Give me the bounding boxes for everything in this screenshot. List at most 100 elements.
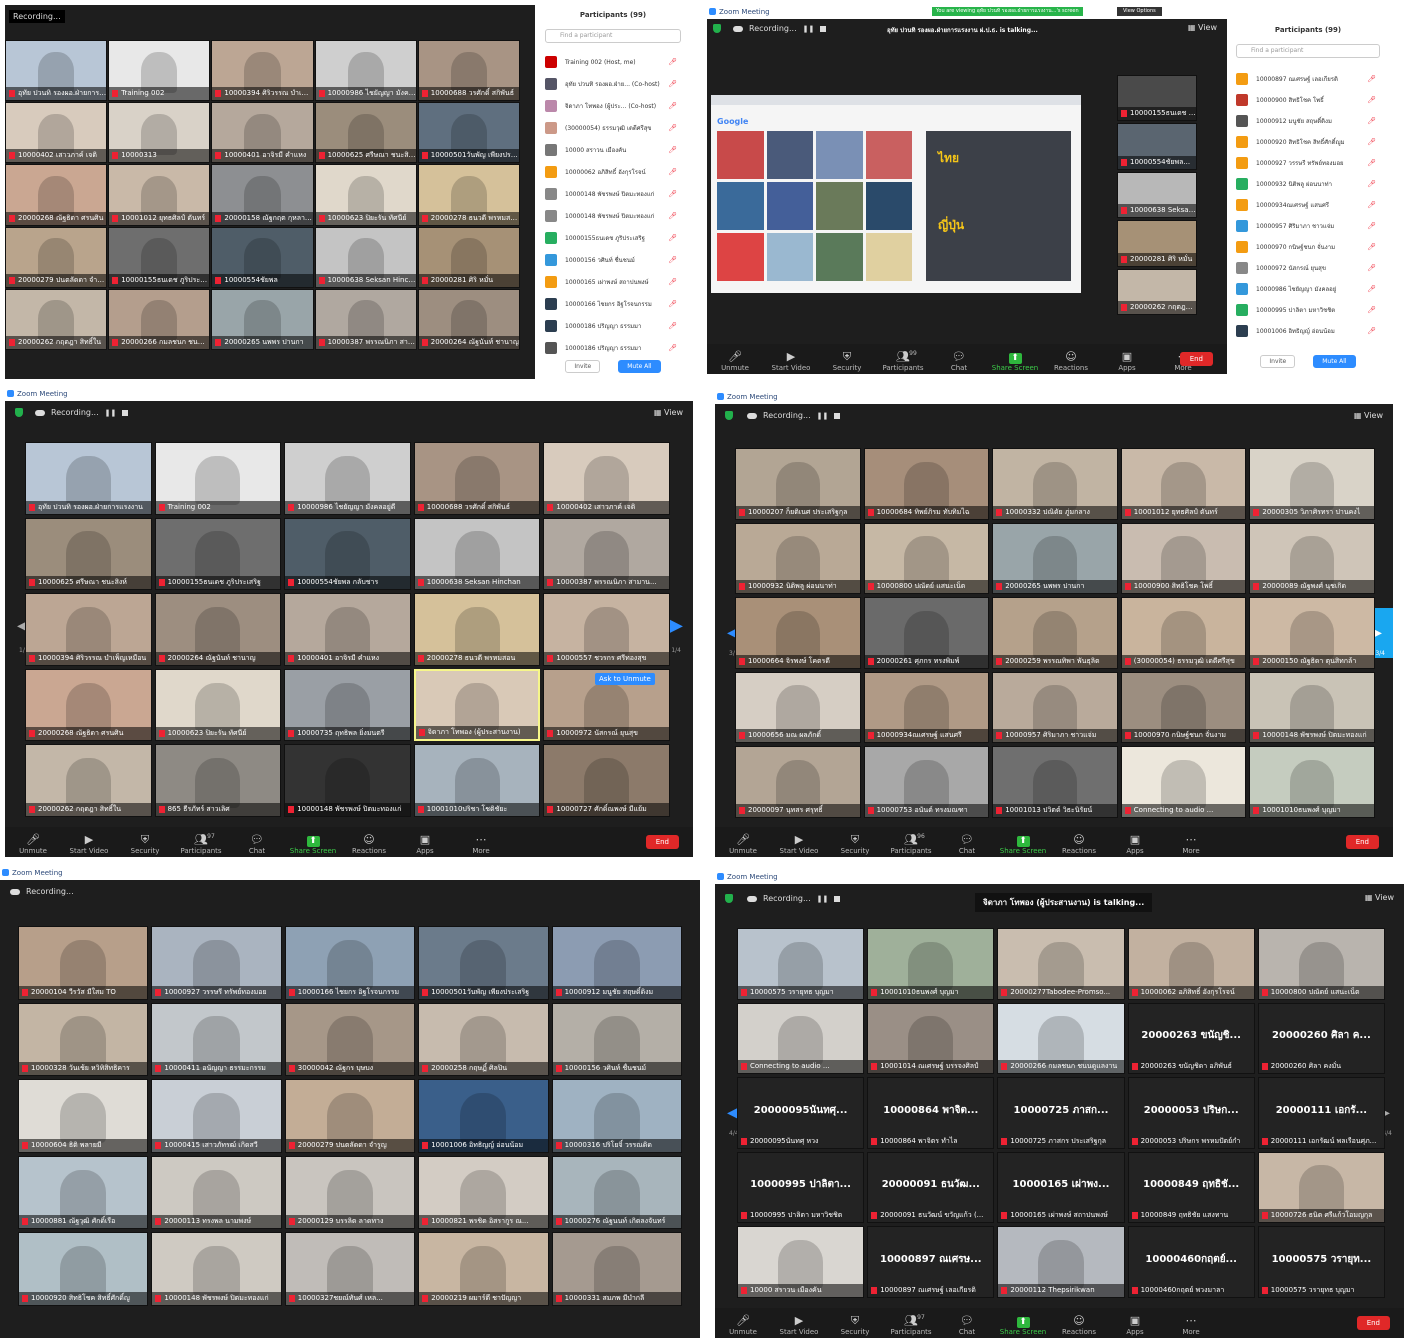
video-tile[interactable]: 10000402 เสาวภาค์ เจติ: [5, 102, 108, 164]
video-tile[interactable]: 10000328 วันเช้ย หวิทิสิทธิคาร: [18, 1002, 149, 1077]
video-tile[interactable]: 20000053 ปริษก... 20000053 ปริษกร พรหมปัต…: [1127, 1077, 1255, 1149]
video-tile[interactable]: 10000575 วรายุท... 10000575 วรายุทธ บุญมา: [1257, 1226, 1385, 1298]
video-tile[interactable]: อุทัย ปวนทิ รองผอ.ฝ่ายการแรงงาน: [25, 442, 152, 515]
pause-icon[interactable]: ❚❚: [803, 25, 815, 33]
participant-row[interactable]: 10000920 สิทธิโชค สิทธิ์ศักดิ์ญูม 🎤︎: [1236, 131, 1380, 153]
video-tile[interactable]: 10000664 จิรพงษ์ โคตรดี: [735, 597, 861, 669]
end-button[interactable]: End: [1345, 835, 1379, 849]
video-tile[interactable]: 10000156 วศินท์ ชื่นชนม์: [551, 1002, 682, 1077]
video-tile[interactable]: 10000912 มนูชัย สฤษดิ์ดิงม: [551, 926, 682, 1000]
stop-icon[interactable]: [122, 409, 129, 416]
video-tile[interactable]: 10000148 พัชรพงษ์ ปิตมะทองแก่: [1249, 671, 1375, 744]
video-tile[interactable]: 10000155ธนเดช ภูริประเสริฐ: [108, 226, 211, 288]
video-tile[interactable]: 10000986 ไชยัญญา มังคลอยู่ดี: [284, 442, 411, 515]
video-tile[interactable]: 20000262 กฤตฎา สิทธิ์ใน: [5, 288, 108, 350]
video-tile[interactable]: 10000411 อนัญญา ธรรมะกรรม: [151, 1002, 282, 1077]
video-tile[interactable]: 10000575 วรายุทธ บุญมา: [737, 928, 865, 1000]
video-tile[interactable]: 20000266 กมลชนก ชนนดูแลงาน: [108, 288, 211, 350]
participant-row[interactable]: 10000970 กนิษฐ์ชนก จั่นงาม 🎤︎: [1236, 236, 1380, 258]
video-tile[interactable]: 10000165 เผ่าพง... 10000165 เผ่าพงษ์ สถาป…: [997, 1151, 1125, 1224]
participant-row[interactable]: จิดาภา โทพอง (ผู้ประ... (Co-host) 🎤︎: [545, 95, 681, 117]
video-tile[interactable]: 20000262 กฤตฎา สิทธิ์ใน: [25, 744, 152, 817]
video-tile[interactable]: 10000864 พาจิต... 10000864 พาจิตร ทำไล: [867, 1077, 995, 1149]
video-tile[interactable]: 10000604 ธิติ พลายมี: [18, 1079, 149, 1153]
video-tile[interactable]: 10000402 เสาวภาค์ เจติ: [543, 442, 670, 515]
video-tile[interactable]: 10000415 เสาวภัทรฒ์ เกิดสวี: [151, 1079, 282, 1153]
share-screen-button[interactable]: ⬆ Share Screen: [995, 836, 1051, 855]
view-options-button[interactable]: View Options: [1117, 7, 1162, 16]
video-tile[interactable]: 10000735 ฤทธิพล ยิ่งมนตรี: [284, 668, 411, 742]
video-tile[interactable]: 10000166 ไชยกร อิฐโรจนกรรม: [284, 926, 416, 1000]
video-tile[interactable]: 10000970 กนิษฐ์ชนก จั่นงาม: [1120, 671, 1247, 744]
security-button[interactable]: ⛨ Security: [117, 833, 173, 855]
pause-icon[interactable]: ❚❚: [817, 895, 829, 903]
unmute-button[interactable]: 🎤︎ Unmute: [707, 350, 763, 372]
apps-button[interactable]: ▣ Apps: [1107, 833, 1163, 855]
video-tile[interactable]: 20000264 ณัฐนันท์ ชานาญ: [154, 593, 282, 666]
end-button[interactable]: End: [645, 835, 679, 849]
video-tile[interactable]: 10000638 Seksan Hinchan: [413, 517, 541, 591]
video-tile[interactable]: 10000 สราวน เมืองคัน: [737, 1226, 865, 1298]
video-tile[interactable]: Training 002: [108, 40, 211, 102]
video-tile[interactable]: 20000219 ผมาร์ตึ ชาปัญญา: [418, 1232, 549, 1306]
chat-button[interactable]: 💬︎ Chat: [931, 350, 987, 372]
video-tile[interactable]: 10000554ชัยพล: [211, 226, 314, 288]
video-tile[interactable]: 10000995 ปาลิตา... 10000995 ปาลิตา มหาวิช…: [737, 1151, 865, 1224]
video-tile[interactable]: 10000148 พัชรพงษ์ ปิตมะทองแก่: [284, 744, 411, 817]
participant-row[interactable]: 10000186 ปริญญา ธรรมมา 🎤︎: [545, 315, 681, 337]
unmute-button[interactable]: 🎤︎ Unmute: [5, 833, 61, 855]
video-tile[interactable]: 10001012 ยุทธศิลป์ ตันทร์: [108, 164, 211, 226]
video-tile[interactable]: 10000625 ศรีษณา ชนะสิงห์: [314, 102, 417, 164]
video-tile[interactable]: 10000460กฤตย์... 10000460กฤตย์ พวงมาลา: [1127, 1226, 1255, 1298]
reactions-button[interactable]: ☺ Reactions: [1051, 1314, 1107, 1336]
participant-row[interactable]: 10000972 นัสกรณ์ ยุนสุข 🎤︎: [1236, 257, 1380, 279]
video-tile[interactable]: 20000268 ณัฐธิดา ศรนศิน: [25, 668, 152, 742]
video-tile[interactable]: 10000800 ปณัดย์ แสนะเน็ต: [863, 522, 990, 595]
video-tile[interactable]: 20000281 ศิริ หมั่น: [417, 226, 520, 288]
share-screen-button[interactable]: ⬆ Share Screen: [987, 353, 1043, 372]
video-tile[interactable]: 20000266 กมลชนก ชนนดูแลงาน: [997, 1002, 1125, 1075]
video-tile[interactable]: 10000401 อาจิรมี คำแหง: [211, 102, 314, 164]
reactions-button[interactable]: ☺ Reactions: [1051, 833, 1107, 855]
participant-row[interactable]: 10000148 พัชรพงษ์ ปิตมะทองแก่ 🎤︎: [545, 183, 681, 205]
video-tile[interactable]: 10000638 Seksan Hinchan: [314, 226, 417, 288]
video-tile[interactable]: 10001010ธนพงศ์ บุญมา: [867, 928, 995, 1000]
more-button[interactable]: ⋯More: [1163, 833, 1219, 855]
video-tile[interactable]: 20000268 ณัฐธิดา ศรนศิน: [5, 164, 108, 226]
video-tile[interactable]: 20000113 ทรงพล นามพงษ์: [151, 1155, 282, 1230]
chat-button[interactable]: 💬︎ Chat: [939, 1314, 995, 1336]
participant-row[interactable]: 10000062 อภิสิทธิ์ อังกุรโรจน์ 🎤︎: [545, 161, 681, 183]
share-screen-button[interactable]: ⬆ Share Screen: [995, 1317, 1051, 1336]
participant-row[interactable]: Training 002 (Host, me) 🎤︎: [545, 51, 681, 73]
video-tile[interactable]: 10000625 ศรีษณา ชนะสิงห์: [25, 517, 152, 591]
view-button[interactable]: ▦ View: [1188, 23, 1217, 32]
pause-icon[interactable]: ❚❚: [105, 409, 117, 417]
participant-row[interactable]: 10000 สราวน เมืองคัน 🎤︎: [545, 139, 681, 161]
video-tile[interactable]: 10000394 ศิริวรรณ บำเพ็ญเหมือน: [211, 40, 314, 102]
participant-row[interactable]: 10000156 วศินท์ ชื่นชนม์ 🎤︎: [545, 249, 681, 271]
mute-all-button[interactable]: Mute All: [618, 360, 661, 373]
video-tile[interactable]: 10000327ชยณ์ทันศ์ เหล...: [284, 1232, 416, 1306]
video-tile[interactable]: 10000932 นิติพลู ผ่อนนาท่า: [735, 522, 861, 595]
start-video-button[interactable]: ▶ Start Video: [771, 833, 827, 855]
video-tile[interactable]: 10001013 ปวิตต์ วิธะนิรัยน์: [992, 746, 1118, 818]
pause-icon[interactable]: ❚❚: [817, 412, 829, 420]
end-button[interactable]: End: [1356, 1316, 1390, 1330]
video-tile[interactable]: 20000261 ศุภกร ทรงพิมพ์: [863, 597, 990, 669]
stop-icon[interactable]: [820, 25, 827, 32]
video-tile[interactable]: 20000089 ณัฐพงศ์ นุชเกิด: [1249, 522, 1375, 595]
video-tile[interactable]: 10000207 ก็ยติเนศ ประเสริฐกุล: [735, 448, 861, 520]
security-button[interactable]: ⛨ Security: [827, 833, 883, 855]
video-tile[interactable]: (30000054) ธรรมวุฒิ เดดีศรีสุข: [1120, 597, 1247, 669]
video-tile[interactable]: 20000279 ปนตลัดดา จำรูญ: [5, 226, 108, 288]
video-tile[interactable]: 10001006 อิทธิญญ์ อ่อนน้อม: [418, 1079, 549, 1153]
video-tile[interactable]: 20000259 พรรณทิพา พันธุลิต: [992, 597, 1118, 669]
apps-button[interactable]: ▣ Apps: [1099, 350, 1155, 372]
video-tile[interactable]: 10000387 พรรณนิภา สามาน...: [543, 517, 670, 591]
participants-button[interactable]: 👥︎ 97 Participants: [173, 833, 229, 855]
participant-row[interactable]: 10000986 ไชยัญญา มังคลอยู่ 🎤︎: [1236, 278, 1380, 300]
video-tile[interactable]: 10000062 อภิสิทธิ์ อังกุรโรจน์: [1127, 928, 1255, 1000]
view-button[interactable]: ▦ View: [654, 408, 683, 417]
chat-button[interactable]: 💬︎ Chat: [939, 833, 995, 855]
video-tile[interactable]: 10000753 อนันต์ ทรงมณฑา: [863, 746, 990, 818]
